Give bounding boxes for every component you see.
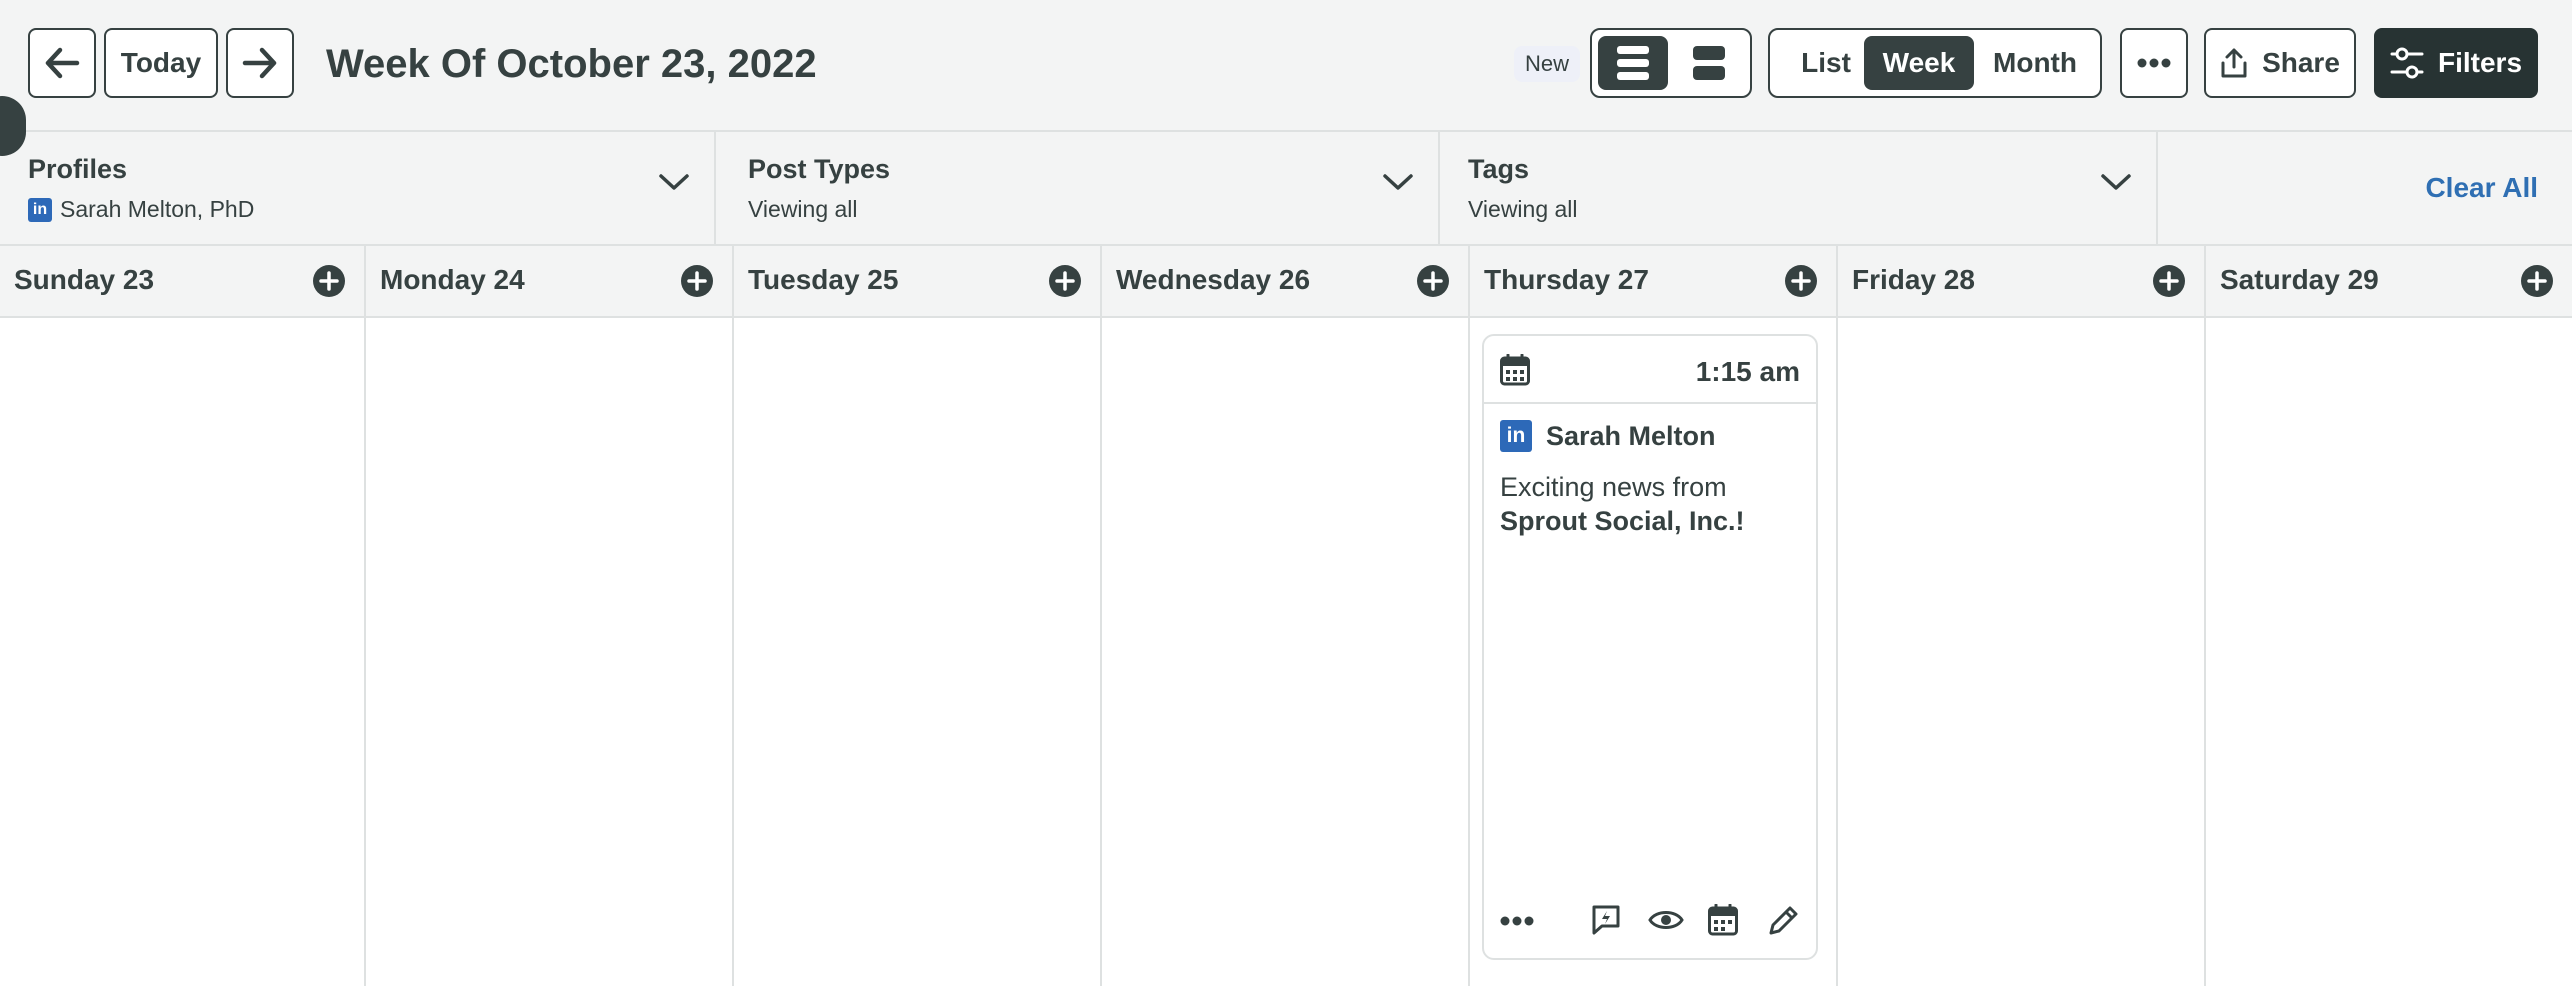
boost-post-icon[interactable]	[1590, 904, 1622, 936]
post-text-bold: Sprout Social, Inc.!	[1500, 506, 1745, 536]
post-types-filter[interactable]: Post Types Viewing all	[720, 132, 1440, 244]
day-header-thursday: Thursday 27	[1470, 246, 1838, 316]
post-body: Exciting news from Sprout Social, Inc.!	[1500, 470, 1800, 538]
day-label: Thursday 27	[1484, 264, 1649, 295]
expanded-view-button[interactable]	[1674, 36, 1744, 90]
day-column-saturday[interactable]	[2206, 318, 2572, 986]
tags-filter-title: Tags	[1468, 154, 1530, 184]
post-types-filter-title: Post Types	[748, 154, 891, 184]
chevron-down-icon[interactable]	[1382, 172, 1414, 192]
add-post-icon[interactable]	[680, 264, 714, 298]
tags-filter-value: Viewing all	[1468, 196, 1578, 222]
day-header-row: Sunday 23 Monday 24 Tuesday 25 Wednesday…	[0, 246, 2572, 318]
day-label: Monday 24	[380, 264, 525, 295]
day-header-friday: Friday 28	[1838, 246, 2206, 316]
post-actions	[1484, 898, 1816, 948]
filters-button[interactable]: Filters	[2374, 28, 2538, 98]
day-label: Sunday 23	[14, 264, 155, 295]
two-rows-icon	[1693, 46, 1725, 80]
arrow-left-icon	[45, 47, 80, 79]
preview-eye-icon[interactable]	[1648, 904, 1684, 936]
post-author: in Sarah Melton	[1500, 420, 1716, 452]
day-label: Wednesday 26	[1116, 264, 1311, 295]
post-author-name: Sarah Melton	[1546, 420, 1716, 451]
previous-week-button[interactable]	[28, 28, 96, 98]
filters-label: Filters	[2437, 47, 2523, 78]
add-post-icon[interactable]	[312, 264, 346, 298]
profiles-filter-title: Profiles	[28, 154, 128, 184]
view-switcher: List Week Month	[1768, 28, 2102, 98]
share-label: Share	[2262, 47, 2340, 78]
share-icon	[2221, 48, 2247, 78]
sliders-icon	[2390, 47, 2424, 79]
post-text: Exciting news from	[1500, 472, 1727, 502]
profiles-filter-value: in Sarah Melton, PhD	[28, 196, 254, 223]
day-column-monday[interactable]	[366, 318, 734, 986]
today-button[interactable]: Today	[104, 28, 218, 98]
post-card[interactable]: 1:15 am in Sarah Melton Exciting news fr…	[1482, 334, 1818, 960]
post-time: 1:15 am	[1695, 356, 1800, 387]
post-types-filter-value: Viewing all	[748, 196, 858, 222]
profiles-filter[interactable]: Profiles in Sarah Melton, PhD	[0, 132, 716, 244]
day-label: Tuesday 25	[748, 264, 899, 295]
list-view-tab[interactable]: List	[1778, 36, 1874, 90]
add-post-icon[interactable]	[2520, 264, 2554, 298]
reschedule-calendar-icon[interactable]	[1708, 904, 1738, 936]
day-header-sunday: Sunday 23	[0, 246, 366, 316]
page-title: Week Of October 23, 2022	[326, 42, 817, 86]
more-options-button[interactable]	[2120, 28, 2188, 98]
profile-name: Sarah Melton, PhD	[60, 196, 255, 222]
day-column-wednesday[interactable]	[1102, 318, 1470, 986]
add-post-icon[interactable]	[1416, 264, 1450, 298]
new-badge: New	[1514, 46, 1580, 82]
day-column-sunday[interactable]	[0, 318, 366, 986]
top-toolbar: Today Week Of October 23, 2022 New List …	[0, 0, 2572, 132]
day-header-tuesday: Tuesday 25	[734, 246, 1102, 316]
chevron-down-icon[interactable]	[2100, 172, 2132, 192]
density-toggle	[1590, 28, 1752, 98]
edit-pencil-icon[interactable]	[1766, 904, 1800, 938]
day-label: Saturday 29	[2220, 264, 2379, 295]
tags-filter[interactable]: Tags Viewing all	[1440, 132, 2158, 244]
day-column-tuesday[interactable]	[734, 318, 1102, 986]
month-view-tab[interactable]: Month	[1976, 36, 2094, 90]
linkedin-icon: in	[28, 197, 52, 222]
day-header-wednesday: Wednesday 26	[1102, 246, 1470, 316]
add-post-icon[interactable]	[1784, 264, 1818, 298]
arrow-right-icon	[242, 47, 277, 79]
compact-view-button[interactable]	[1598, 36, 1668, 90]
next-week-button[interactable]	[226, 28, 294, 98]
chevron-down-icon[interactable]	[658, 172, 690, 192]
calendar-icon	[1500, 354, 1530, 386]
week-view-tab[interactable]: Week	[1864, 36, 1974, 90]
linkedin-icon: in	[1500, 420, 1532, 452]
day-header-monday: Monday 24	[366, 246, 734, 316]
add-post-icon[interactable]	[1048, 264, 1082, 298]
add-post-icon[interactable]	[2152, 264, 2186, 298]
day-column-friday[interactable]	[1838, 318, 2206, 986]
day-header-saturday: Saturday 29	[2206, 246, 2572, 316]
clear-all-link[interactable]: Clear All	[2425, 172, 2538, 204]
ellipsis-icon[interactable]	[1500, 916, 1534, 926]
day-label: Friday 28	[1852, 264, 1975, 295]
post-card-header: 1:15 am	[1484, 336, 1816, 404]
ellipsis-icon	[2137, 58, 2171, 68]
list-rows-icon	[1617, 46, 1649, 80]
filter-bar: Profiles in Sarah Melton, PhD Post Types…	[0, 132, 2572, 246]
share-button[interactable]: Share	[2204, 28, 2356, 98]
